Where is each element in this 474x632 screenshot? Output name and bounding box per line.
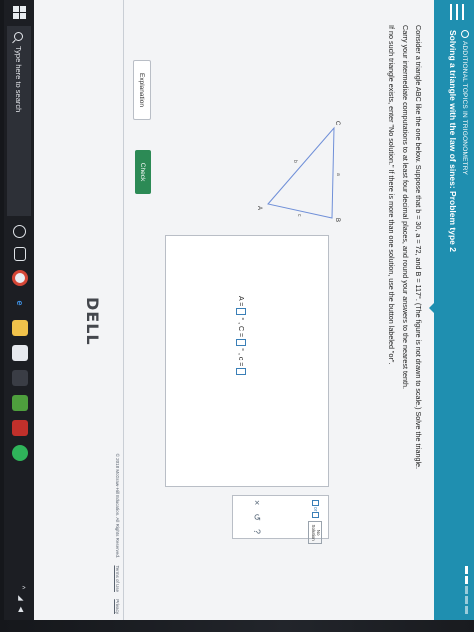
- volume-icon[interactable]: ◀: [17, 607, 25, 612]
- copyright: © 2018 McGraw-Hill Education. All Rights…: [115, 454, 120, 614]
- privacy-link[interactable]: Privacy: [115, 599, 120, 614]
- problem-statement: Consider a triangle ABC like the one bel…: [414, 25, 423, 470]
- side-c-answer-label: , c =: [237, 352, 245, 367]
- collapse-chevron-icon[interactable]: [429, 303, 434, 313]
- page-title: Solving a triangle with the law of sines…: [448, 30, 458, 252]
- progress-segment: [465, 586, 468, 594]
- dell-logo: DELL: [83, 297, 102, 346]
- chrome-icon[interactable]: [12, 270, 28, 286]
- or-label: or: [312, 507, 319, 512]
- task-view-icon[interactable]: [14, 247, 26, 261]
- triangle-figure: C B A a b c: [256, 121, 341, 222]
- progress-segment: [465, 566, 468, 574]
- side-c-label: c: [296, 214, 302, 217]
- no-solution-button[interactable]: No Solution: [308, 521, 322, 544]
- no-solution-line2: Solution: [311, 524, 317, 541]
- spotify-icon[interactable]: [12, 445, 28, 461]
- clear-icon[interactable]: ×: [251, 500, 262, 505]
- search-icon: [14, 32, 24, 41]
- triangle-shape: [267, 126, 335, 219]
- system-tray: ^ ◢ ◀: [17, 586, 25, 612]
- file-explorer-icon[interactable]: [12, 320, 28, 336]
- footer-divider: [123, 0, 124, 620]
- tool-row: × ↺ ?: [251, 500, 262, 534]
- vertex-c-label: C: [334, 121, 340, 126]
- side-a-label: a: [335, 173, 341, 176]
- or-box-icon: [311, 500, 319, 506]
- tool-buttons: or No Solution: [308, 500, 322, 544]
- angle-c-unit: °: [237, 348, 245, 351]
- topic-label: ADDITIONAL TOPICS IN TRIGONOMETRY: [461, 41, 469, 176]
- undo-icon[interactable]: ↺: [251, 513, 262, 521]
- or-button[interactable]: or: [311, 500, 319, 519]
- terms-link[interactable]: Terms of Use: [115, 565, 120, 592]
- problem-instructions: Carry your intermediate computations to …: [400, 25, 410, 389]
- vertex-b-label: B: [334, 218, 340, 222]
- netflix-icon[interactable]: [12, 420, 28, 436]
- taskbar-apps: e: [12, 225, 28, 461]
- answer-panel: A = ° , C = ° , c =: [165, 235, 329, 487]
- or-box-icon: [311, 512, 319, 519]
- copyright-text: © 2018 McGraw-Hill Education. All Rights…: [115, 453, 120, 559]
- app-green-icon[interactable]: [12, 395, 28, 411]
- problem-text: Consider a triangle ABC like the one bel…: [382, 25, 423, 605]
- vertex-a-label: A: [256, 206, 262, 210]
- progress-segment: [465, 576, 468, 584]
- network-icon[interactable]: ◢: [17, 595, 25, 600]
- check-button[interactable]: Check: [135, 150, 151, 194]
- angle-a-unit: °: [237, 317, 245, 321]
- search-placeholder: Type here to search: [14, 46, 24, 113]
- angle-c-label: , C =: [237, 322, 245, 338]
- header-bar: ADDITIONAL TOPICS IN TRIGONOMETRY Solvin…: [434, 0, 474, 620]
- progress-indicator: [465, 566, 468, 614]
- taskbar-search[interactable]: Type here to search: [7, 26, 31, 216]
- windows-start-icon[interactable]: [12, 6, 26, 20]
- side-b-label: b: [292, 160, 298, 163]
- side-c-input[interactable]: [236, 368, 246, 376]
- answer-line: A = ° , C = ° , c =: [236, 296, 246, 376]
- progress-segment: [465, 606, 468, 614]
- store-icon[interactable]: [12, 345, 28, 361]
- problem-note: If no such triangle exists, enter "No so…: [387, 25, 397, 365]
- topic-line: ADDITIONAL TOPICS IN TRIGONOMETRY: [461, 30, 469, 175]
- taskbar: Type here to search e ^ ◢ ◀: [4, 0, 34, 620]
- answer-tools: or No Solution × ↺ ?: [232, 495, 329, 544]
- tray-up-icon[interactable]: ^: [17, 586, 25, 589]
- explanation-button[interactable]: Explanation: [133, 60, 151, 120]
- angle-a-input[interactable]: [236, 308, 246, 316]
- edge-icon[interactable]: e: [12, 295, 28, 311]
- menu-icon[interactable]: [450, 4, 464, 20]
- angle-c-input[interactable]: [236, 339, 246, 347]
- topic-circle-icon: [461, 30, 469, 38]
- screen: ADDITIONAL TOPICS IN TRIGONOMETRY Solvin…: [4, 0, 474, 620]
- cortana-icon[interactable]: [13, 225, 27, 238]
- no-solution-line1: No: [316, 529, 321, 536]
- angle-a-label: A =: [237, 296, 245, 307]
- help-icon[interactable]: ?: [251, 529, 262, 534]
- progress-segment: [465, 596, 468, 604]
- app-icon[interactable]: [12, 370, 28, 386]
